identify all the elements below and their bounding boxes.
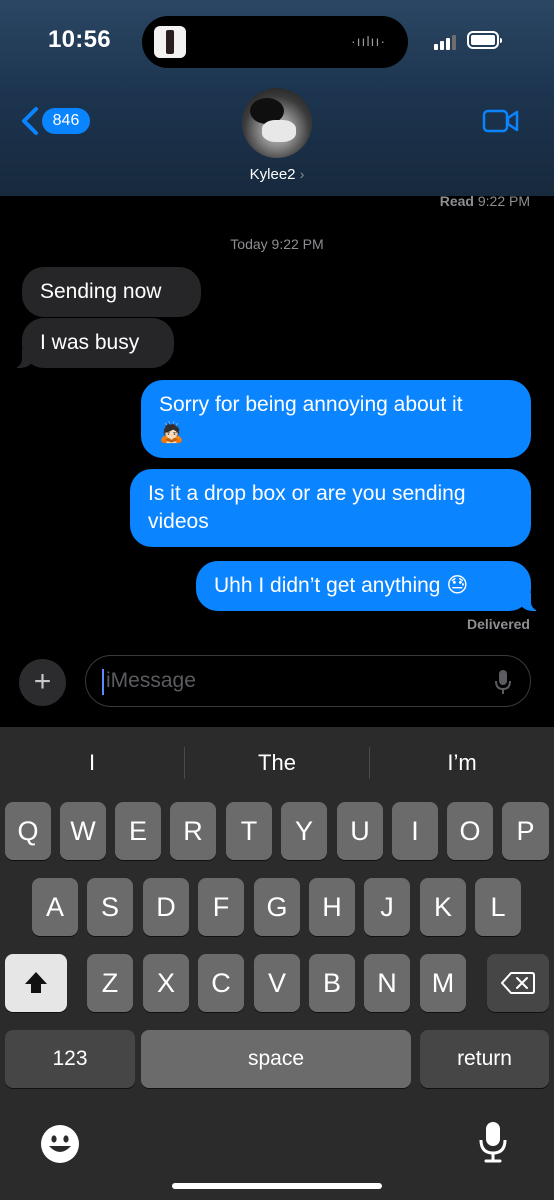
message-input[interactable]: iMessage [85, 655, 531, 707]
key-t[interactable]: T [226, 802, 272, 860]
downcast-sweat-emoji: 😓 [446, 574, 469, 597]
key-r[interactable]: R [170, 802, 216, 860]
key-l[interactable]: L [475, 878, 521, 936]
person-bowing-emoji: 🙇🏻 [159, 422, 184, 444]
battery-icon [467, 31, 502, 49]
numbers-key[interactable]: 123 [5, 1030, 135, 1088]
suggestion-item[interactable]: I [0, 743, 184, 783]
emoji-icon[interactable] [40, 1124, 80, 1164]
key-d[interactable]: D [143, 878, 189, 936]
key-c[interactable]: C [198, 954, 244, 1012]
microphone-icon[interactable] [494, 668, 512, 696]
video-camera-icon[interactable] [482, 108, 520, 134]
predictive-suggestions: I The I’m [0, 743, 554, 783]
text-caret [102, 669, 104, 695]
delete-key[interactable] [487, 954, 549, 1012]
key-b[interactable]: B [309, 954, 355, 1012]
status-time: 10:56 [48, 26, 111, 53]
key-u[interactable]: U [337, 802, 383, 860]
audio-waveform-icon: ·ıılıı· [351, 33, 386, 49]
back-chevron-icon [22, 107, 38, 135]
suggestion-item[interactable]: The [185, 743, 369, 783]
message-bubble-outgoing[interactable]: Is it a drop box or are you sending vide… [130, 469, 531, 547]
contact-name-button[interactable]: Kylee2 › [0, 166, 554, 183]
message-bubble-outgoing[interactable]: Sorry for being annoying about it 🙇🏻 [141, 380, 531, 458]
key-v[interactable]: V [254, 954, 300, 1012]
conversation-header: 10:56 ·ıılıı· 846 Kylee2 › [0, 0, 554, 196]
message-bubble-incoming[interactable]: I was busy [12, 318, 174, 368]
key-q[interactable]: Q [5, 802, 51, 860]
key-g[interactable]: G [254, 878, 300, 936]
key-s[interactable]: S [87, 878, 133, 936]
key-w[interactable]: W [60, 802, 106, 860]
key-m[interactable]: M [420, 954, 466, 1012]
key-j[interactable]: J [364, 878, 410, 936]
conversation-timestamp: Today 9:22 PM [230, 236, 324, 252]
plus-icon[interactable]: + [19, 659, 66, 706]
key-n[interactable]: N [364, 954, 410, 1012]
message-input-placeholder: iMessage [106, 669, 196, 692]
return-key[interactable]: return [420, 1030, 549, 1088]
key-f[interactable]: F [198, 878, 244, 936]
key-x[interactable]: X [143, 954, 189, 1012]
dynamic-island[interactable]: ·ıılıı· [142, 16, 408, 68]
signal-icon [434, 34, 460, 50]
shift-key[interactable] [5, 954, 67, 1012]
message-bubble-outgoing[interactable]: Uhh I didn’t get anything 😓 [196, 561, 541, 611]
contact-chevron-icon: › [299, 166, 305, 182]
back-button[interactable]: 846 [20, 106, 100, 136]
space-key[interactable]: space [141, 1030, 411, 1088]
suggestion-item[interactable]: I’m [370, 743, 554, 783]
key-k[interactable]: K [420, 878, 466, 936]
shift-icon [25, 972, 47, 993]
key-z[interactable]: Z [87, 954, 133, 1012]
contact-avatar[interactable] [242, 88, 312, 158]
home-indicator[interactable] [172, 1183, 382, 1189]
unread-count-badge: 846 [42, 108, 90, 134]
key-a[interactable]: A [32, 878, 78, 936]
dictation-icon[interactable] [478, 1120, 508, 1164]
key-y[interactable]: Y [281, 802, 327, 860]
key-h[interactable]: H [309, 878, 355, 936]
delivered-receipt: Delivered [466, 616, 530, 632]
message-bubble-incoming[interactable]: Sending now [22, 267, 201, 317]
key-o[interactable]: O [447, 802, 493, 860]
key-i[interactable]: I [392, 802, 438, 860]
key-p[interactable]: P [502, 802, 549, 860]
delete-icon [501, 972, 535, 994]
now-playing-thumbnail [154, 26, 186, 58]
read-receipt: Read 9:22 PM [439, 193, 530, 209]
keyboard: I The I’m Q W E R T Y U I O P A S D F G … [0, 727, 554, 1200]
contact-name: Kylee2 [249, 166, 296, 183]
key-e[interactable]: E [115, 802, 161, 860]
